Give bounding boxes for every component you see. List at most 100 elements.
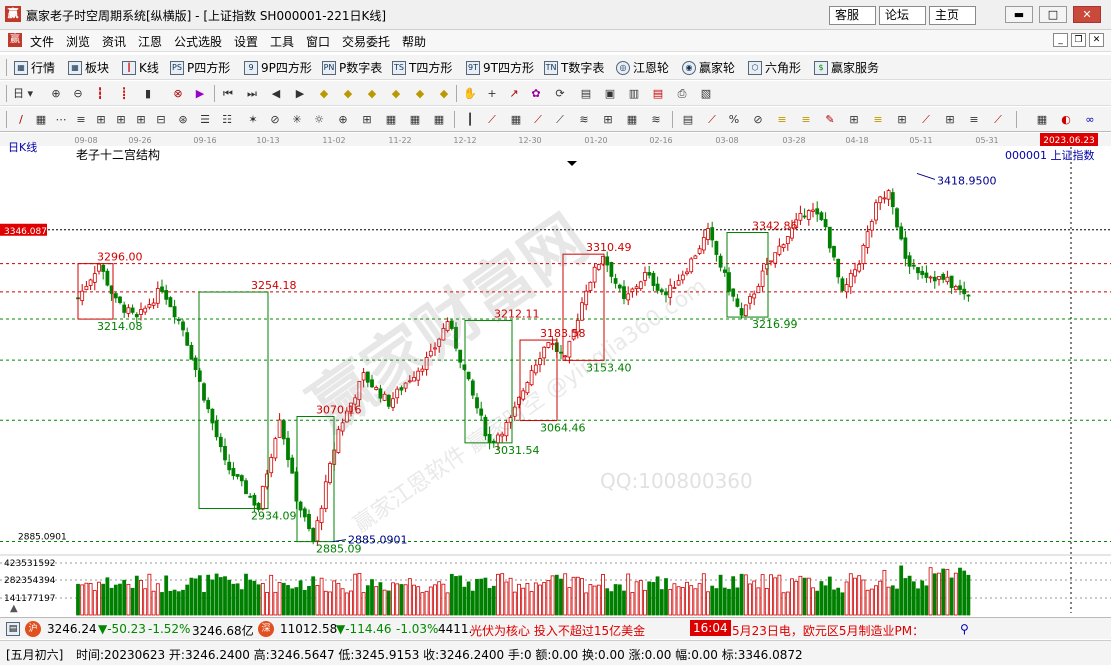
diamond-2-icon[interactable]: ◆ xyxy=(340,86,356,101)
menu-browse[interactable]: 浏览 xyxy=(66,33,90,50)
draw-tool-1-icon[interactable]: / xyxy=(13,112,29,127)
toolbar-p-number[interactable]: PN P数字表 xyxy=(322,59,382,76)
draw-tool-2-icon[interactable]: ▦ xyxy=(33,112,49,127)
toolbar-t-square[interactable]: TS T四方形 xyxy=(392,59,452,76)
menu-help[interactable]: 帮助 xyxy=(402,33,426,50)
mdi-restore-icon[interactable]: ❐ xyxy=(1071,33,1086,47)
toolbar-quote[interactable]: ▦ 行情 xyxy=(14,59,55,76)
draw-tool-8-icon[interactable]: ⊟ xyxy=(153,112,169,127)
indicator-icon[interactable]: ▮ xyxy=(140,86,156,101)
draw-tool-27-icon[interactable]: ⊞ xyxy=(600,112,616,127)
draw-tool-3-icon[interactable]: ⋯ xyxy=(53,112,69,127)
draw-tool-41-icon[interactable]: ≡ xyxy=(966,112,982,127)
export-icon[interactable]: ▧ xyxy=(698,86,714,101)
draw-tool-10-icon[interactable]: ☰ xyxy=(197,112,213,127)
draw-line-icon[interactable]: ↗ xyxy=(506,86,522,101)
draw-tool-36-icon[interactable]: ⊞ xyxy=(846,112,862,127)
print-icon[interactable]: ⎙ xyxy=(674,86,690,101)
news-ticker[interactable]: 光伏为核心 投入不超过15亿美金 xyxy=(470,622,645,639)
draw-tool-17-icon[interactable]: ⊞ xyxy=(359,112,375,127)
toolbar-kline[interactable]: ┃ K线 xyxy=(122,59,159,76)
draw-tool-24-icon[interactable]: ⟋ xyxy=(530,112,546,127)
maximize-icon[interactable]: □ xyxy=(1039,6,1067,23)
draw-tool-9-icon[interactable]: ⊛ xyxy=(175,112,191,127)
draw-tool-42-icon[interactable]: ⟋ xyxy=(990,112,1006,127)
draw-tool-33-icon[interactable]: ≡ xyxy=(774,112,790,127)
draw-tool-15-icon[interactable]: ☼ xyxy=(311,112,327,127)
toolbar-service[interactable]: $ 赢家服务 xyxy=(814,59,879,76)
link-icon[interactable]: ∞ xyxy=(1082,112,1098,127)
next-icon[interactable]: ▶ xyxy=(292,86,308,101)
diamond-5-icon[interactable]: ◆ xyxy=(412,86,428,101)
chart-type-icon[interactable]: ┇ xyxy=(92,86,108,101)
ticker-settings-icon[interactable]: ⚲ xyxy=(960,622,969,636)
menu-window[interactable]: 窗口 xyxy=(306,33,330,50)
draw-tool-19-icon[interactable]: ▦ xyxy=(407,112,423,127)
mdi-minimize-icon[interactable]: _ xyxy=(1053,33,1068,47)
toolbar-p-square[interactable]: PS P四方形 xyxy=(170,59,230,76)
customer-service-button[interactable]: 客服 xyxy=(829,6,876,25)
draw-tool-23-icon[interactable]: ▦ xyxy=(508,112,524,127)
first-icon[interactable]: ⏮ xyxy=(220,86,236,101)
menu-tools[interactable]: 工具 xyxy=(270,33,294,50)
kline-chart-area[interactable]: 赢家财富网 赢家江恩软件 赢家时空 @yingjia360.com QQ:10080… xyxy=(0,133,1111,616)
color-scheme-icon[interactable]: ◐ xyxy=(1058,112,1074,127)
draw-tool-22-icon[interactable]: ⟋ xyxy=(484,112,500,127)
draw-tool-28-icon[interactable]: ▦ xyxy=(624,112,640,127)
data-icon[interactable]: ▤ xyxy=(578,86,594,101)
zoom-out-icon[interactable]: ⊖ xyxy=(70,86,86,101)
draw-tool-21-icon[interactable]: ┃ xyxy=(462,112,478,127)
prev-icon[interactable]: ◀ xyxy=(268,86,284,101)
homepage-button[interactable]: 主页 xyxy=(929,6,976,25)
toolbar-9p-square[interactable]: 9 9P四方形 xyxy=(244,59,312,76)
alert-icon[interactable]: ▤ xyxy=(650,86,666,101)
hand-icon[interactable]: ✋ xyxy=(462,86,478,101)
draw-tool-37-icon[interactable]: ≡ xyxy=(870,112,886,127)
toolbar-sector[interactable]: ▦ 板块 xyxy=(68,59,109,76)
kline-chart[interactable]: 赢家财富网赢家江恩软件 赢家时空 @yingjia360.comQQ:10080… xyxy=(0,133,1111,616)
draw-tool-13-icon[interactable]: ⊘ xyxy=(267,112,283,127)
toolbar-winner-wheel[interactable]: ◉ 赢家轮 xyxy=(682,59,735,76)
last-icon[interactable]: ⏭ xyxy=(244,86,260,101)
save-icon[interactable]: ▣ xyxy=(602,86,618,101)
draw-tool-12-icon[interactable]: ✶ xyxy=(245,112,261,127)
grid-icon[interactable]: ▦ xyxy=(1034,112,1050,127)
draw-tool-34-icon[interactable]: ≡ xyxy=(798,112,814,127)
pattern-icon[interactable]: ✿ xyxy=(528,86,544,101)
formula-icon[interactable]: ⊗ xyxy=(170,86,186,101)
menu-formula[interactable]: 公式选股 xyxy=(174,33,222,50)
toolbar-hexagon[interactable]: ⬡ 六角形 xyxy=(748,59,801,76)
diamond-6-icon[interactable]: ◆ xyxy=(436,86,452,101)
draw-tool-30-icon[interactable]: ▤ xyxy=(680,112,696,127)
percent-icon[interactable]: % xyxy=(726,112,742,127)
menu-info[interactable]: 资讯 xyxy=(102,33,126,50)
draw-tool-14-icon[interactable]: ✳ xyxy=(289,112,305,127)
period-selector[interactable]: 日 ▾ xyxy=(13,86,39,101)
draw-tool-40-icon[interactable]: ⊞ xyxy=(942,112,958,127)
draw-tool-20-icon[interactable]: ▦ xyxy=(431,112,447,127)
draw-tool-7-icon[interactable]: ⊞ xyxy=(133,112,149,127)
draw-tool-11-icon[interactable]: ☷ xyxy=(219,112,235,127)
menu-file[interactable]: 文件 xyxy=(30,33,54,50)
toolbar-gann-wheel[interactable]: ◎ 江恩轮 xyxy=(616,59,669,76)
draw-tool-4-icon[interactable]: ≡ xyxy=(73,112,89,127)
menu-settings[interactable]: 设置 xyxy=(234,33,258,50)
minimize-icon[interactable]: ▬ xyxy=(1005,6,1033,23)
ticker-list-icon[interactable]: ▤ xyxy=(6,622,20,636)
draw-tool-18-icon[interactable]: ▦ xyxy=(383,112,399,127)
draw-tool-16-icon[interactable]: ⊕ xyxy=(335,112,351,127)
flag-icon[interactable]: ▶ xyxy=(192,86,208,101)
bar-type-icon[interactable]: ┋ xyxy=(116,86,132,101)
draw-tool-32-icon[interactable]: ⊘ xyxy=(750,112,766,127)
diamond-3-icon[interactable]: ◆ xyxy=(364,86,380,101)
draw-tool-5-icon[interactable]: ⊞ xyxy=(93,112,109,127)
draw-tool-39-icon[interactable]: ⟋ xyxy=(918,112,934,127)
mdi-close-icon[interactable]: ✕ xyxy=(1089,33,1104,47)
draw-tool-31-icon[interactable]: ⟋ xyxy=(704,112,720,127)
diamond-4-icon[interactable]: ◆ xyxy=(388,86,404,101)
draw-tool-6-icon[interactable]: ⊞ xyxy=(113,112,129,127)
menu-gann[interactable]: 江恩 xyxy=(138,33,162,50)
draw-tool-26-icon[interactable]: ≋ xyxy=(576,112,592,127)
zoom-in-icon[interactable]: ⊕ xyxy=(48,86,64,101)
toolbar-9t-square[interactable]: 9T 9T四方形 xyxy=(466,59,534,76)
